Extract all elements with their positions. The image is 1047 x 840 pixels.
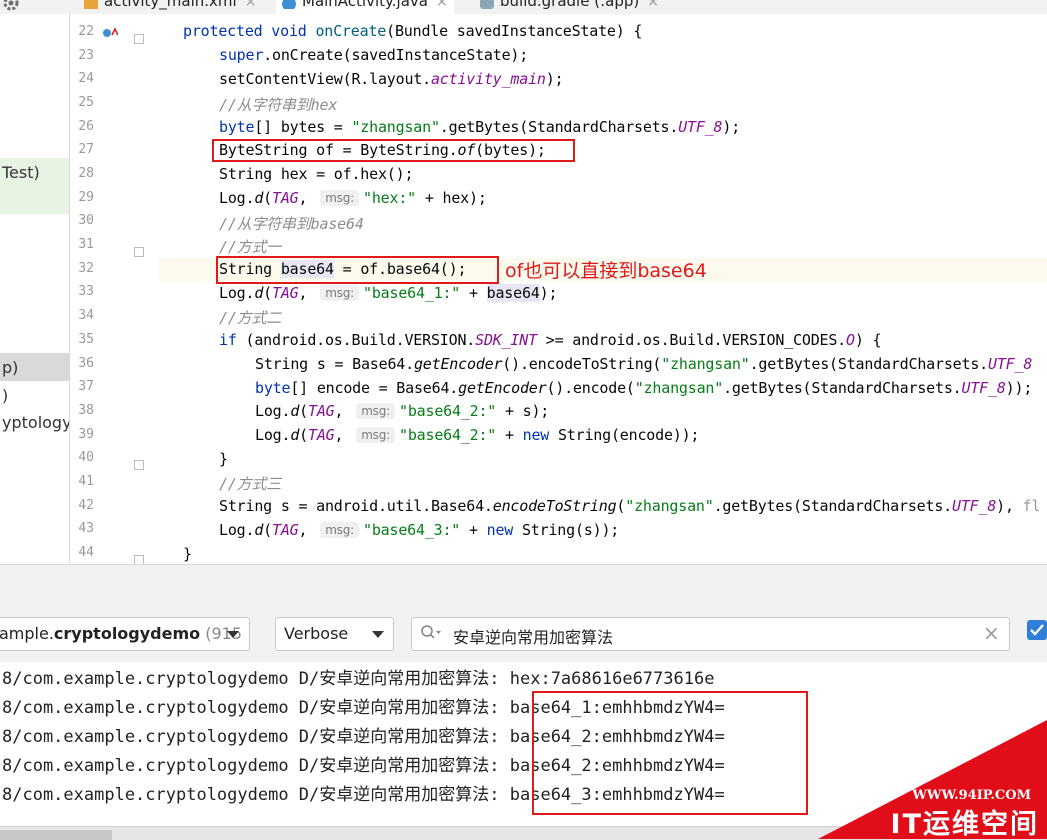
- log-level-select[interactable]: Verbose: [275, 617, 394, 651]
- regex-checkbox[interactable]: [1027, 620, 1047, 640]
- tab-activity-main-xml[interactable]: activity_main.xml ×: [84, 0, 256, 14]
- tab-label: build.gradle (:app): [500, 0, 640, 10]
- parameter-hint: msg:: [320, 190, 359, 206]
- check-icon: [1030, 624, 1044, 636]
- line-number: 32: [78, 260, 94, 276]
- chevron-down-icon: [227, 631, 239, 638]
- code-line-40: }: [219, 450, 228, 468]
- parameter-hint: msg:: [356, 427, 395, 443]
- code-line-31: //方式一: [219, 238, 282, 256]
- line-numbers: 22 23 24 25 26 27 28 29 30 31 32 33 34 35 36 37 38 39 40 41…: [0, 14, 158, 565]
- clear-icon[interactable]: ×: [983, 621, 1000, 645]
- chevron-down-icon: [372, 631, 384, 638]
- logcat-toolbar: ample.cryptologydemo (915 Verbose 安卓逆向常用…: [0, 606, 1047, 662]
- line-number: 23: [78, 47, 94, 63]
- code-line-35: if (android.os.Build.VERSION.SDK_INT >= …: [219, 331, 882, 349]
- search-icon: [420, 624, 442, 646]
- close-icon[interactable]: ×: [436, 0, 448, 10]
- process-label: ample.cryptologydemo (915: [0, 624, 243, 643]
- tab-label: activity_main.xml: [104, 0, 237, 10]
- code-line-39: Log.d(TAG, msg: "base64_2:" + new String(…: [255, 426, 700, 444]
- close-icon[interactable]: ×: [245, 0, 257, 10]
- code-line-33: Log.d(TAG, msg: "base64_1:" + base64);: [219, 284, 558, 302]
- line-number: 34: [78, 308, 94, 324]
- code-editor[interactable]: protected void onCreate(Bundle savedInst…: [158, 14, 1047, 564]
- fold-marker-icon[interactable]: [134, 550, 144, 565]
- watermark-name: IT运维空间: [890, 809, 1039, 839]
- code-line-25: //从字符串到hex: [219, 96, 338, 114]
- logcat-search-field[interactable]: 安卓逆向常用加密算法 ×: [411, 617, 1010, 651]
- highlight-box-base64-output: [532, 691, 808, 815]
- tab-main-activity-java[interactable]: MainActivity.java ×: [276, 0, 454, 14]
- code-line-43: Log.d(TAG, msg: "base64_3:" + new String(…: [219, 521, 620, 539]
- code-line-38: Log.d(TAG, msg: "base64_2:" + s);: [255, 402, 550, 420]
- log-level-value: Verbose: [284, 624, 349, 643]
- line-number: 28: [78, 166, 94, 182]
- line-number: 38: [78, 402, 94, 418]
- line-number: 31: [78, 237, 94, 253]
- fold-marker-icon[interactable]: [134, 455, 144, 471]
- parameter-hint: msg:: [320, 522, 359, 538]
- line-number: 35: [78, 331, 94, 347]
- parameter-hint: msg:: [356, 403, 395, 419]
- line-number: 39: [78, 426, 94, 442]
- code-line-23: super.onCreate(savedInstanceState);: [219, 46, 529, 64]
- close-icon[interactable]: ×: [647, 0, 659, 10]
- code-line-22: protected void onCreate(Bundle savedInst…: [183, 22, 643, 40]
- process-select[interactable]: ample.cryptologydemo (915: [0, 617, 250, 651]
- code-line-42: String s = android.util.Base64.encodeToS…: [219, 497, 1041, 515]
- watermark: WWW.94IP.COM IT运维空间: [818, 720, 1047, 839]
- code-line-24: setContentView(R.layout.activity_main);: [219, 70, 564, 88]
- line-number: 44: [78, 544, 94, 560]
- panel-divider[interactable]: [0, 564, 1047, 607]
- line-number: 26: [78, 118, 94, 134]
- editor-tab-bar: activity_main.xml × MainActivity.java × bu…: [0, 0, 1047, 14]
- line-number: 30: [78, 213, 94, 229]
- code-line-29: Log.d(TAG, msg: "hex:" + hex);: [219, 189, 487, 207]
- gradle-icon: [480, 0, 494, 9]
- line-number: 24: [78, 71, 94, 87]
- code-line-30: //从字符串到base64: [219, 215, 364, 233]
- search-input[interactable]: 安卓逆向常用加密算法: [453, 624, 613, 648]
- line-number: 36: [78, 355, 94, 371]
- fold-marker-icon[interactable]: [134, 29, 144, 44]
- line-number: 37: [78, 379, 94, 395]
- watermark-url: WWW.94IP.COM: [912, 788, 1031, 803]
- parameter-hint: msg:: [320, 285, 359, 301]
- code-line-36: String s = Base64.getEncoder().encodeToS…: [255, 355, 1033, 373]
- highlight-box-base64: [216, 256, 499, 284]
- line-number: 27: [78, 142, 94, 158]
- line-number: 29: [78, 189, 94, 205]
- annotation-note: of也可以直接到base64: [505, 260, 707, 282]
- gear-icon[interactable]: [2, 0, 20, 12]
- code-line-41: //方式三: [219, 475, 282, 493]
- override-marker-icon[interactable]: [102, 25, 119, 39]
- tab-label: MainActivity.java: [302, 0, 428, 10]
- java-class-icon: [282, 0, 296, 11]
- tab-build-gradle[interactable]: build.gradle (:app) ×: [480, 0, 659, 14]
- line-number: 43: [78, 521, 94, 537]
- code-line-44: }: [183, 545, 192, 563]
- line-number: 42: [78, 497, 94, 513]
- xml-file-icon: [84, 0, 98, 9]
- line-number: 40: [78, 450, 94, 466]
- code-line-37: byte[] encode = Base64.getEncoder().enco…: [255, 379, 1033, 397]
- code-line-34: //方式二: [219, 309, 282, 327]
- line-number: 25: [78, 95, 94, 111]
- line-number: 33: [78, 284, 94, 300]
- highlight-box-bytestring: [212, 139, 575, 162]
- line-number: 22: [78, 24, 94, 39]
- log-row: 8/com.example.cryptologydemo D/安卓逆向常用加密算…: [2, 669, 715, 689]
- fold-marker-icon[interactable]: [134, 242, 144, 258]
- code-line-26: byte[] bytes = "zhangsan".getBytes(Stand…: [219, 118, 741, 136]
- line-number: 41: [78, 473, 94, 489]
- code-line-28: String hex = of.hex();: [219, 165, 414, 183]
